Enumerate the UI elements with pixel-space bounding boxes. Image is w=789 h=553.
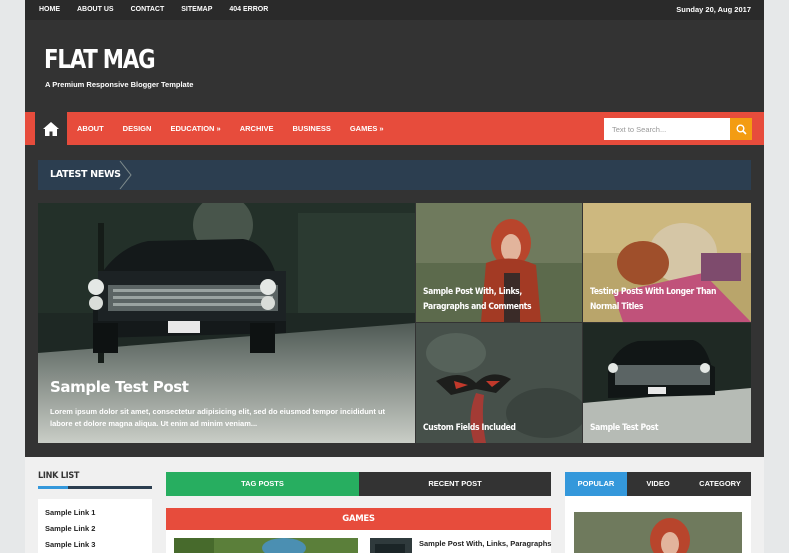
top-link-about-us[interactable]: ABOUT US xyxy=(77,0,114,20)
nav-item-about[interactable]: ABOUT xyxy=(77,112,104,145)
site-tagline: A Premium Responsive Blogger Template xyxy=(45,80,194,89)
featured-main-title[interactable]: Sample Test Post xyxy=(50,378,189,396)
date-display: Sunday 20, Aug 2017 xyxy=(676,5,751,14)
featured-post-4[interactable]: Sample Test Post xyxy=(583,323,751,443)
latest-news-bar: LATEST NEWS xyxy=(38,160,751,190)
search-input[interactable] xyxy=(604,118,730,140)
games-section-title: GAMES xyxy=(166,508,551,530)
featured-main-desc: Lorem ipsum dolor sit amet, consectetur … xyxy=(50,407,386,428)
search-icon xyxy=(736,124,747,135)
top-link-404-error[interactable]: 404 ERROR xyxy=(229,0,268,20)
games-thumbnail-1[interactable] xyxy=(174,538,358,553)
link-list-underline xyxy=(38,486,152,489)
sidebar-tabs: POPULAR VIDEO CATEGORY xyxy=(565,472,751,496)
nav-item-archive[interactable]: ARCHIVE xyxy=(240,112,274,145)
tab-video[interactable]: VIDEO xyxy=(627,472,689,496)
featured-4-title[interactable]: Sample Test Post xyxy=(590,421,734,436)
nav-item-games[interactable]: GAMES » xyxy=(350,112,384,145)
link-list: Sample Link 1 Sample Link 2 Sample Link … xyxy=(38,499,152,553)
chevron-right-icon xyxy=(119,160,132,190)
content-area: LINK LIST Sample Link 1 Sample Link 2 Sa… xyxy=(25,457,764,553)
page: HOME ABOUT US CONTACT SITEMAP 404 ERROR … xyxy=(25,0,764,553)
featured-post-2[interactable]: Testing Posts With Longer Than Normal Ti… xyxy=(583,203,751,322)
game-image-1 xyxy=(174,538,358,553)
nav-item-education[interactable]: EDUCATION » xyxy=(170,112,220,145)
games-post-title[interactable]: Sample Post With, Links, Paragraphs xyxy=(419,539,551,548)
games-section: Sample Post With, Links, Paragraphs xyxy=(166,530,551,553)
woman-image-small xyxy=(574,512,742,553)
tab-tag-posts[interactable]: TAG POSTS xyxy=(166,472,359,496)
top-links: HOME ABOUT US CONTACT SITEMAP 404 ERROR xyxy=(39,0,285,20)
popular-posts xyxy=(565,496,751,553)
top-link-sitemap[interactable]: SITEMAP xyxy=(181,0,212,20)
home-button[interactable] xyxy=(35,112,67,145)
link-list-item-2[interactable]: Sample Link 2 xyxy=(38,521,152,537)
latest-news-label: LATEST NEWS xyxy=(50,169,121,180)
popular-post-thumbnail[interactable] xyxy=(574,512,742,553)
tab-category[interactable]: CATEGORY xyxy=(689,472,751,496)
main-nav: ABOUT DESIGN EDUCATION » ARCHIVE BUSINES… xyxy=(25,112,764,145)
nav-menu: ABOUT DESIGN EDUCATION » ARCHIVE BUSINES… xyxy=(77,112,403,145)
featured-1-title[interactable]: Sample Post With, Links, Paragraphs and … xyxy=(423,285,567,315)
search-button[interactable] xyxy=(730,118,752,140)
featured-post-3[interactable]: Custom Fields Included xyxy=(416,323,582,443)
site-logo[interactable]: FLAT MAG xyxy=(44,45,156,75)
home-icon xyxy=(43,121,59,136)
site-header: FLAT MAG A Premium Responsive Blogger Te… xyxy=(25,20,764,112)
featured-post-1[interactable]: Sample Post With, Links, Paragraphs and … xyxy=(416,203,582,322)
posts-tabs: TAG POSTS RECENT POST xyxy=(166,472,551,496)
tab-recent-post[interactable]: RECENT POST xyxy=(359,472,551,496)
featured-2-title[interactable]: Testing Posts With Longer Than Normal Ti… xyxy=(590,285,734,315)
nav-item-business[interactable]: BUSINESS xyxy=(292,112,330,145)
link-list-item-1[interactable]: Sample Link 1 xyxy=(38,505,152,521)
top-bar: HOME ABOUT US CONTACT SITEMAP 404 ERROR … xyxy=(25,0,764,20)
tab-popular[interactable]: POPULAR xyxy=(565,472,627,496)
games-thumbnail-2[interactable] xyxy=(370,538,412,553)
featured-post-main[interactable]: Sample Test Post Lorem ipsum dolor sit a… xyxy=(38,203,415,443)
featured-3-title[interactable]: Custom Fields Included xyxy=(423,421,567,436)
link-list-item-3[interactable]: Sample Link 3 xyxy=(38,537,152,553)
link-list-title: LINK LIST xyxy=(38,471,80,481)
top-link-home[interactable]: HOME xyxy=(39,0,60,20)
top-link-contact[interactable]: CONTACT xyxy=(131,0,165,20)
nav-item-design[interactable]: DESIGN xyxy=(123,112,152,145)
game-image-2 xyxy=(370,538,412,553)
